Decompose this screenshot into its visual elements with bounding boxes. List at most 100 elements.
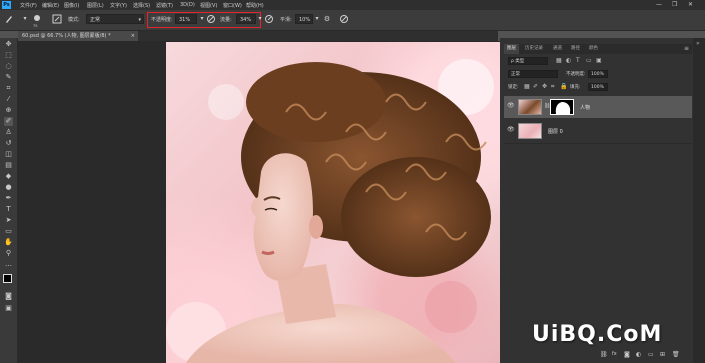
crop-tool-icon[interactable]: ⌗ xyxy=(4,84,13,93)
stamp-tool-icon[interactable]: ♙ xyxy=(4,128,13,137)
chevron-down-icon[interactable]: ▾ xyxy=(20,14,30,24)
mask-icon[interactable]: ◙ xyxy=(624,351,630,358)
quick-select-tool-icon[interactable]: ✎ xyxy=(4,73,13,82)
menu-filter[interactable]: 滤镜(T) xyxy=(156,2,173,9)
brush-panel-icon[interactable] xyxy=(52,14,62,24)
brush-tool-icon[interactable] xyxy=(4,14,14,24)
move-tool-icon[interactable]: ✥ xyxy=(4,40,13,49)
dodge-tool-icon[interactable]: ● xyxy=(4,183,13,192)
history-brush-tool-icon[interactable]: ↺ xyxy=(4,139,13,148)
gradient-tool-icon[interactable]: ▤ xyxy=(4,161,13,170)
menu-select[interactable]: 选择(S) xyxy=(133,2,150,9)
panel-divider xyxy=(504,143,692,144)
zoom-tool-icon[interactable]: ⚲ xyxy=(4,249,13,258)
marquee-tool-icon[interactable]: ⬚ xyxy=(4,51,13,60)
menu-3d[interactable]: 3D(D) xyxy=(180,2,195,8)
quick-mask-icon[interactable]: ◙ xyxy=(4,292,13,301)
filter-shape-icon[interactable]: ▭ xyxy=(586,57,592,64)
foreground-color-swatch[interactable] xyxy=(3,274,12,283)
minimize-icon[interactable]: — xyxy=(656,1,662,8)
menu-help[interactable]: 帮助(H) xyxy=(246,2,264,9)
link-icon[interactable]: ⛓ xyxy=(600,351,608,358)
folder-icon[interactable]: ▭ xyxy=(648,351,654,358)
shape-tool-icon[interactable]: ▭ xyxy=(4,227,13,236)
fx-icon[interactable]: fx xyxy=(612,351,617,357)
chevron-down-icon[interactable]: ▾ xyxy=(312,14,322,24)
airbrush-icon-svg xyxy=(265,15,273,23)
airbrush-icon[interactable] xyxy=(264,14,274,24)
filter-type-icon[interactable]: T xyxy=(576,57,580,64)
brush-panel-icon-svg xyxy=(52,14,62,24)
filter-kind-select[interactable]: ρ 类型 xyxy=(508,57,548,65)
menu-edit[interactable]: 编辑(E) xyxy=(42,2,59,9)
menu-file[interactable]: 文件(F) xyxy=(20,2,37,9)
tab-paths[interactable]: 路径 xyxy=(568,44,583,54)
layer-mask-thumbnail[interactable] xyxy=(550,99,574,115)
layer-row-person[interactable]: 👁 ⛓ 人物 xyxy=(504,96,692,118)
brush-preset-icon[interactable] xyxy=(32,14,42,24)
lock-artboard-icon[interactable]: ⌗ xyxy=(551,83,554,91)
layer-opacity-input[interactable]: 100% xyxy=(588,70,608,78)
maximize-icon[interactable]: ❐ xyxy=(672,1,677,8)
menu-window[interactable]: 窗口(W) xyxy=(223,2,242,9)
trash-icon[interactable]: 🗑 xyxy=(672,351,680,358)
menu-layer[interactable]: 图层(L) xyxy=(87,2,104,9)
gear-icon[interactable]: ⚙ xyxy=(322,14,332,24)
pressure-size-icon[interactable] xyxy=(339,14,349,24)
healing-tool-icon[interactable]: ⊕ xyxy=(4,106,13,115)
tab-channels[interactable]: 通道 xyxy=(550,44,565,54)
eyedropper-tool-icon[interactable]: ⁄ xyxy=(4,95,13,104)
document-tab-bar: 60.psd @ 66.7% (人物, 图层蒙版/8) * × xyxy=(18,31,498,41)
mode-select[interactable]: 正常 ▾ xyxy=(86,14,144,24)
lock-all-icon[interactable]: 🔒 xyxy=(560,83,567,90)
hand-tool-icon[interactable]: ✋ xyxy=(4,238,13,247)
document-tab-title: 60.psd @ 66.7% (人物, 图层蒙版/8) * xyxy=(22,33,111,39)
tab-layers[interactable]: 图层 xyxy=(504,44,519,54)
lock-brush-icon[interactable]: ✐ xyxy=(533,83,538,90)
menu-view[interactable]: 视图(V) xyxy=(200,2,217,9)
lock-row: 锁定: ▦ ✐ ✥ ⌗ 🔒 填充: 100% xyxy=(504,82,692,93)
opacity-label: 不透明度: xyxy=(151,17,173,23)
blend-mode-select[interactable]: 正常 xyxy=(508,70,558,78)
tab-history[interactable]: 历史记录 xyxy=(522,44,546,54)
brush-tool-icon[interactable]: ✐ xyxy=(4,117,13,126)
more-tools-icon[interactable]: … xyxy=(4,260,13,269)
lock-move-icon[interactable]: ✥ xyxy=(542,83,547,90)
fill-input[interactable]: 100% xyxy=(588,83,608,91)
adjust-icon[interactable]: ◐ xyxy=(636,351,641,358)
pressure-size-icon-svg xyxy=(340,15,348,23)
type-tool-icon[interactable]: T xyxy=(4,205,13,214)
layer-row-background[interactable]: 👁 图层 0 xyxy=(504,120,692,142)
layer-opacity-value: 100% xyxy=(591,72,604,77)
layer-name: 人物 xyxy=(580,105,591,111)
document-tab[interactable]: 60.psd @ 66.7% (人物, 图层蒙版/8) * × xyxy=(18,31,138,41)
blur-tool-icon[interactable]: ◆ xyxy=(4,172,13,181)
lock-pixels-icon[interactable]: ▦ xyxy=(524,83,530,90)
layer-thumbnail xyxy=(518,123,542,139)
flow-input[interactable]: 34% xyxy=(236,14,256,24)
eraser-tool-icon[interactable]: ◫ xyxy=(4,150,13,159)
panel-menu-icon[interactable]: ≡ xyxy=(684,45,689,52)
path-select-tool-icon[interactable]: ➤ xyxy=(4,216,13,225)
photoshop-logo-icon[interactable]: Ps xyxy=(2,1,11,9)
tab-close-icon[interactable]: × xyxy=(131,31,135,41)
lasso-tool-icon[interactable]: ◌ xyxy=(4,62,13,71)
menu-image[interactable]: 图像(I) xyxy=(64,2,79,9)
menu-type[interactable]: 文字(Y) xyxy=(110,2,127,9)
collapse-icon[interactable]: » xyxy=(696,40,700,47)
screen-mode-icon[interactable]: ▣ xyxy=(4,304,13,313)
filter-pixel-icon[interactable]: ▦ xyxy=(556,57,562,64)
visibility-eye-icon[interactable]: 👁 xyxy=(507,126,515,133)
filter-adjust-icon[interactable]: ◐ xyxy=(566,57,571,64)
opacity-input[interactable]: 31% xyxy=(175,14,197,24)
layers-bottom-bar: ⛓ fx ◙ ◐ ▭ ⊞ 🗑 xyxy=(600,351,692,361)
new-layer-icon[interactable]: ⊞ xyxy=(660,351,665,358)
canvas-image[interactable] xyxy=(166,42,501,363)
smooth-input[interactable]: 10% xyxy=(295,14,313,24)
filter-smart-icon[interactable]: ▣ xyxy=(596,57,602,64)
visibility-eye-icon[interactable]: 👁 xyxy=(507,102,515,109)
pen-tool-icon[interactable]: ✒ xyxy=(4,194,13,203)
pressure-opacity-icon[interactable] xyxy=(206,14,216,24)
tab-color[interactable]: 颜色 xyxy=(586,44,601,54)
close-icon[interactable]: ✕ xyxy=(688,1,693,8)
